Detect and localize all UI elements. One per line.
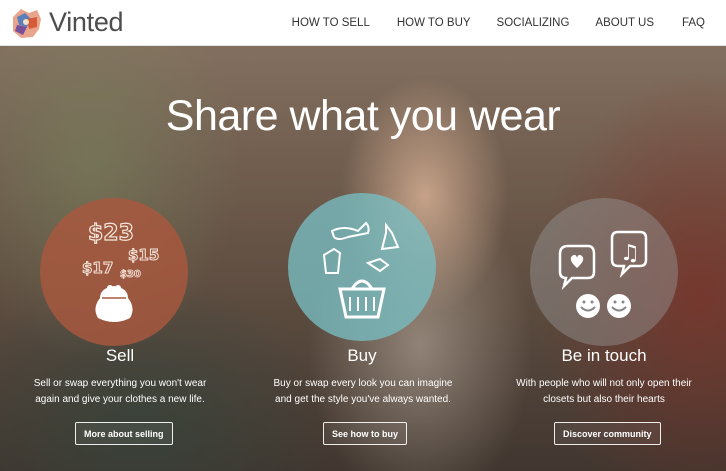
touch-desc-line2: closets but also their hearts (543, 394, 665, 405)
sell-desc-line1: Sell or swap everything you won't wear (33, 378, 207, 389)
sell-circle: $23 $15 $17 $30 (40, 198, 188, 346)
buy-desc-line2: and get the style you've always wanted. (275, 394, 451, 405)
hero-headline: Share what you wear (165, 92, 561, 140)
smiley-faces-icon (576, 294, 631, 318)
see-how-to-buy-button[interactable]: See how to buy (323, 422, 408, 445)
nav-how-to-sell[interactable]: HOW TO SELL (292, 17, 370, 29)
nav-faq[interactable]: FAQ (682, 17, 705, 29)
sell-title: Sell (105, 346, 135, 365)
logo-text: Vinted (49, 7, 124, 37)
discover-community-button[interactable]: Discover community (554, 422, 661, 445)
basket-icon (338, 279, 386, 319)
nav-socializing[interactable]: SOCIALIZING (497, 17, 570, 29)
buy-description: Buy or swap every look you can imagine a… (248, 376, 478, 408)
touch-description: With people who will not only open their… (489, 376, 719, 408)
purse-icon (95, 285, 133, 322)
touch-circle: ♫ (530, 198, 678, 346)
nav-how-to-buy[interactable]: HOW TO BUY (397, 17, 471, 29)
logo[interactable]: Vinted (9, 7, 124, 39)
site-header: Vinted HOW TO SELL HOW TO BUY SOCIALIZIN… (0, 0, 726, 46)
hero-section: Share what you wear $23 $15 $17 $30 ♫ Se… (0, 46, 726, 471)
sell-description: Sell or swap everything you won't wear a… (5, 376, 235, 408)
vinted-logo-icon (13, 8, 41, 38)
buy-circle (288, 193, 436, 341)
nav-about-us[interactable]: ABOUT US (595, 17, 654, 29)
touch-title: Be in touch (561, 346, 647, 365)
touch-desc-line1: With people who will not only open their (516, 378, 692, 389)
sell-desc-line2: again and give your clothes a new life. (35, 394, 205, 405)
buy-desc-line1: Buy or swap every look you can imagine (273, 378, 453, 389)
more-about-selling-button[interactable]: More about selling (75, 422, 173, 445)
main-nav: HOW TO SELL HOW TO BUY SOCIALIZING ABOUT… (292, 0, 726, 46)
buy-title: Buy (347, 346, 377, 365)
